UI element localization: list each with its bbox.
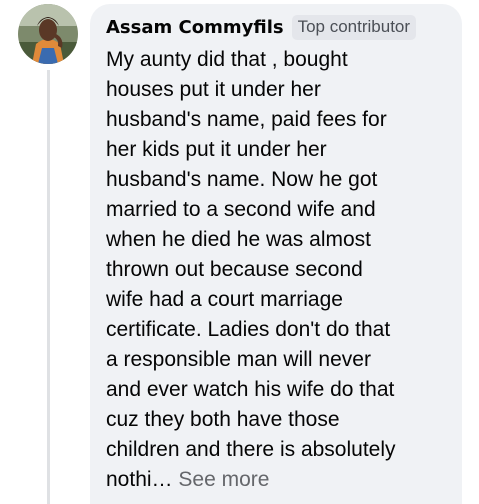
comment-line: certificate. Ladies don't do that (106, 318, 391, 341)
comment-bubble: Assam Commyfils Top contributor My aunty… (90, 4, 462, 504)
comment-line: when he died he was almost (106, 228, 371, 251)
author-name[interactable]: Assam Commyfils (106, 17, 284, 38)
comment-line: married to a second wife and (106, 198, 376, 221)
comment-line: husband's name, paid fees for (106, 108, 387, 131)
comment-line: houses put it under her (106, 78, 321, 101)
comment-line: husband's name. Now he got (106, 168, 378, 191)
comment-line: a responsible man will never (106, 348, 371, 371)
comment-text: My aunty did that , bought houses put it… (106, 45, 448, 495)
comment-line-last: nothi… See more (106, 465, 448, 495)
comment-line: cuz they both have those (106, 408, 340, 431)
comment-line: children and there is absolutely (106, 438, 396, 461)
truncated-text: nothi… (106, 468, 173, 491)
comment-line: My aunty did that , bought (106, 48, 348, 71)
see-more-link[interactable]: See more (178, 468, 269, 491)
top-contributor-badge: Top contributor (291, 14, 417, 40)
avatar-photo-icon (18, 4, 78, 64)
thread-line (47, 70, 50, 504)
comment-line: and ever watch his wife do that (106, 378, 395, 401)
comment-header: Assam Commyfils Top contributor (106, 14, 448, 40)
comment-line: wife had a court marriage (106, 288, 343, 311)
avatar[interactable] (18, 4, 78, 64)
comment-line: her kids put it under her (106, 138, 327, 161)
comment-line: thrown out because second (106, 258, 363, 281)
